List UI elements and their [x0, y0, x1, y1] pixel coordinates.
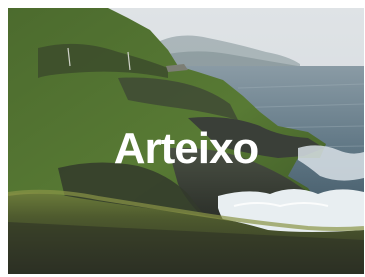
arteixo-wordmark: Arteixo [114, 124, 260, 173]
hero-image: Arteixo [8, 8, 364, 274]
brand-logo: Arteixo [8, 120, 364, 176]
brand-name: Arteixo [114, 124, 259, 173]
